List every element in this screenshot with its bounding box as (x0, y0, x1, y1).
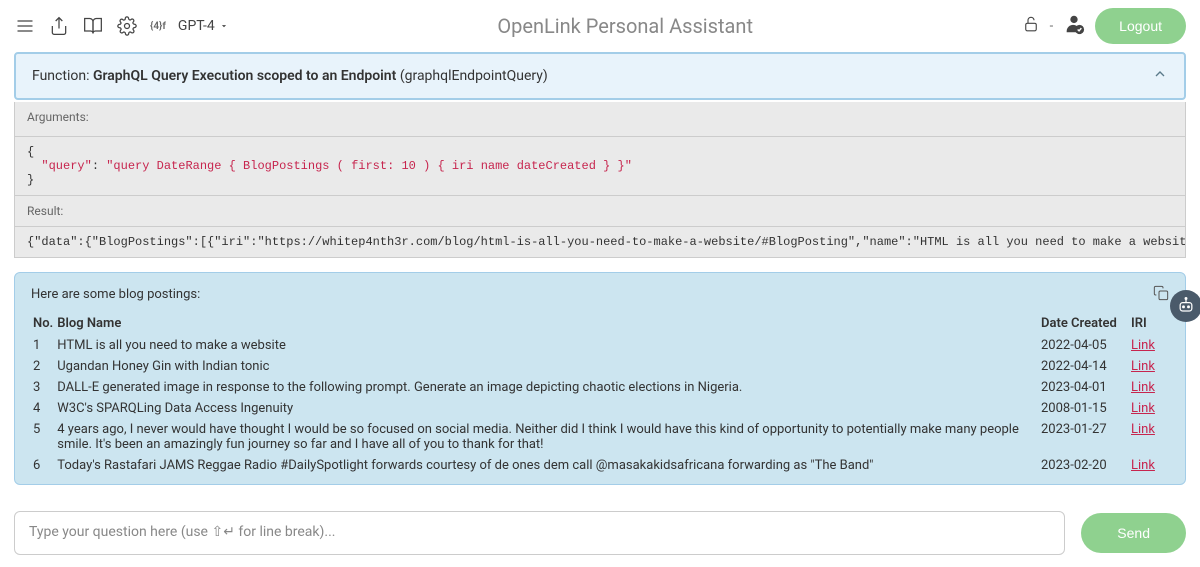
cell-name: HTML is all you need to make a website (55, 335, 1039, 356)
cell-name: W3C's SPARQLing Data Access Ingenuity (55, 398, 1039, 419)
cell-name: Today's Rastafari JAMS Reggae Radio #Dai… (55, 455, 1039, 476)
cell-date: 2023-04-01 (1039, 377, 1129, 398)
cell-no: 5 (31, 419, 55, 455)
table-row: 3DALL-E generated image in response to t… (31, 377, 1169, 398)
cell-iri: Link (1129, 398, 1169, 419)
share-icon[interactable] (48, 15, 70, 37)
results-table: No. Blog Name Date Created IRI 1HTML is … (31, 312, 1169, 476)
iri-link[interactable]: Link (1131, 458, 1155, 473)
code-brace-close: } (27, 173, 34, 187)
cell-iri: Link (1129, 377, 1169, 398)
menu-icon[interactable] (14, 15, 36, 37)
model-badge: {4}f (150, 21, 166, 32)
gear-icon[interactable] (116, 15, 138, 37)
arguments-label: Arguments: (27, 110, 1173, 124)
chevron-up-icon[interactable] (1152, 66, 1168, 86)
code-colon: : (92, 159, 106, 173)
function-text: Function: GraphQL Query Execution scoped… (32, 68, 548, 84)
iri-link[interactable]: Link (1131, 422, 1155, 437)
cell-iri: Link (1129, 419, 1169, 455)
iri-link[interactable]: Link (1131, 401, 1155, 416)
logout-button[interactable]: Logout (1095, 8, 1186, 44)
page-title: OpenLink Personal Assistant (241, 14, 1010, 38)
function-slug: (graphqlEndpointQuery) (396, 68, 547, 84)
cell-iri: Link (1129, 335, 1169, 356)
bot-avatar-icon[interactable] (1170, 290, 1200, 322)
col-name: Blog Name (55, 312, 1039, 335)
arguments-section: Arguments: (14, 102, 1186, 137)
response-intro: Here are some blog postings: (31, 287, 1169, 302)
cell-no: 2 (31, 356, 55, 377)
chevron-down-icon (219, 21, 229, 31)
col-no: No. (31, 312, 55, 335)
cell-iri: Link (1129, 356, 1169, 377)
cell-no: 1 (31, 335, 55, 356)
book-icon[interactable] (82, 15, 104, 37)
header-left: {4}f GPT-4 (14, 15, 229, 37)
cell-name: Ugandan Honey Gin with Indian tonic (55, 356, 1039, 377)
cell-name: DALL-E generated image in response to th… (55, 377, 1039, 398)
model-name-text: GPT-4 (178, 18, 215, 34)
input-placeholder: Type your question here (use ⇧↵ for line… (29, 524, 335, 540)
cell-date: 2023-01-27 (1039, 419, 1129, 455)
app-header: {4}f GPT-4 OpenLink Personal Assistant -… (0, 0, 1200, 52)
header-dash: - (1050, 19, 1054, 34)
code-key: "query" (41, 159, 91, 173)
result-code: {"data":{"BlogPostings":[{"iri":"https:/… (14, 227, 1186, 258)
iri-link[interactable]: Link (1131, 338, 1155, 353)
input-row: Type your question here (use ⇧↵ for line… (14, 511, 1186, 555)
cell-date: 2022-04-05 (1039, 335, 1129, 356)
copy-icon[interactable] (1153, 285, 1169, 305)
main-content: Function: GraphQL Query Execution scoped… (0, 52, 1200, 485)
response-card: Here are some blog postings: No. Blog Na… (14, 272, 1186, 485)
table-header-row: No. Blog Name Date Created IRI (31, 312, 1169, 335)
cell-iri: Link (1129, 455, 1169, 476)
message-input[interactable]: Type your question here (use ⇧↵ for line… (14, 511, 1065, 555)
model-selector[interactable]: GPT-4 (178, 18, 229, 34)
cell-no: 6 (31, 455, 55, 476)
table-row: 4W3C's SPARQLing Data Access Ingenuity20… (31, 398, 1169, 419)
cell-date: 2023-02-20 (1039, 455, 1129, 476)
iri-link[interactable]: Link (1131, 380, 1155, 395)
function-prefix: Function: (32, 68, 93, 84)
cell-date: 2008-01-15 (1039, 398, 1129, 419)
table-row: 2Ugandan Honey Gin with Indian tonic2022… (31, 356, 1169, 377)
lock-icon[interactable] (1022, 15, 1040, 37)
header-right: - Logout (1022, 8, 1186, 44)
cell-name: 4 years ago, I never would have thought … (55, 419, 1039, 455)
cell-date: 2022-04-14 (1039, 356, 1129, 377)
col-iri: IRI (1129, 312, 1169, 335)
table-row: 1HTML is all you need to make a website2… (31, 335, 1169, 356)
function-card[interactable]: Function: GraphQL Query Execution scoped… (14, 52, 1186, 100)
table-row: 54 years ago, I never would have thought… (31, 419, 1169, 455)
table-row: 6Today's Rastafari JAMS Reggae Radio #Da… (31, 455, 1169, 476)
iri-link[interactable]: Link (1131, 359, 1155, 374)
send-button[interactable]: Send (1081, 513, 1186, 553)
user-icon[interactable] (1063, 13, 1085, 39)
cell-no: 3 (31, 377, 55, 398)
code-brace-open: { (27, 145, 34, 159)
cell-no: 4 (31, 398, 55, 419)
col-date: Date Created (1039, 312, 1129, 335)
result-label: Result: (14, 196, 1186, 227)
arguments-code: { "query": "query DateRange { BlogPostin… (14, 137, 1186, 196)
code-value: "query DateRange { BlogPostings ( first:… (106, 159, 632, 173)
function-name: GraphQL Query Execution scoped to an End… (93, 68, 396, 84)
